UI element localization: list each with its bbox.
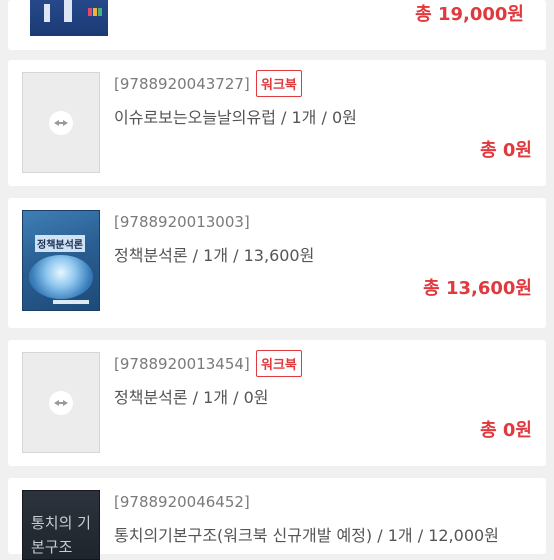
workbook-badge: 워크북 bbox=[256, 70, 302, 97]
book-cover-image[interactable]: 정책분석론 bbox=[22, 210, 100, 311]
book-cover-placeholder[interactable] bbox=[22, 352, 100, 453]
book-cover-image[interactable]: 통치의 기본구조 bbox=[22, 490, 100, 560]
cover-footer bbox=[53, 300, 89, 304]
cart-item-card: [9788920013454] 워크북 정책분석론 / 1개 / 0원 총 0원 bbox=[8, 340, 546, 466]
item-description: 통치의기본구조(워크북 신규개발 예정) / 1개 / 12,000원 bbox=[114, 526, 499, 545]
isbn-label: [9788920013003] bbox=[114, 213, 250, 231]
cart-item-card: 총 19,000원 bbox=[8, 0, 546, 50]
isbn-label: [9788920043727] bbox=[114, 75, 250, 93]
book-cover-image[interactable] bbox=[30, 0, 108, 36]
placeholder-icon bbox=[49, 390, 73, 415]
item-total-price: 총 19,000원 bbox=[415, 4, 524, 25]
item-description: 이슈로보는오늘날의유럽 / 1개 / 0원 bbox=[114, 108, 357, 127]
cover-graphic bbox=[29, 255, 93, 299]
isbn-label: [9788920046452] bbox=[114, 493, 250, 511]
item-total-price: 총 13,600원 bbox=[423, 278, 532, 299]
workbook-badge: 워크북 bbox=[256, 350, 302, 377]
item-total-price: 총 0원 bbox=[480, 140, 532, 161]
item-description: 정책분석론 / 1개 / 0원 bbox=[114, 388, 269, 407]
item-description: 정책분석론 / 1개 / 13,600원 bbox=[114, 246, 315, 265]
cart-item-card: 통치의 기본구조 [9788920046452] 통치의기본구조(워크북 신규개… bbox=[8, 478, 546, 560]
placeholder-icon bbox=[49, 110, 73, 135]
cart-item-card: [9788920043727] 워크북 이슈로보는오늘날의유럽 / 1개 / 0… bbox=[8, 60, 546, 186]
cover-title: 통치의 기본구조 bbox=[31, 514, 91, 556]
cart-item-card: 정책분석론 [9788920013003] 정책분석론 / 1개 / 13,60… bbox=[8, 198, 546, 328]
book-cover-placeholder[interactable] bbox=[22, 72, 100, 173]
isbn-label: [9788920013454] bbox=[114, 355, 250, 373]
item-total-price: 총 0원 bbox=[480, 420, 532, 441]
cover-title: 정책분석론 bbox=[35, 235, 85, 252]
